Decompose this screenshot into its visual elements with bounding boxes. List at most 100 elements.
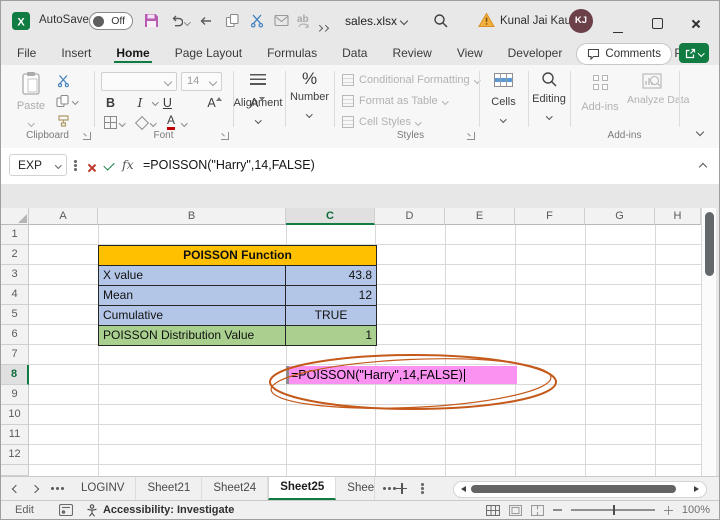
font-name-select[interactable] — [101, 72, 177, 91]
undo-dropdown-icon[interactable] — [184, 19, 190, 25]
font-color-dropdown-icon[interactable] — [181, 120, 187, 126]
cell-b3[interactable]: X value — [99, 266, 286, 285]
zoom-level[interactable]: 100% — [682, 504, 710, 516]
analyze-data-button[interactable]: Analyze Data — [627, 73, 677, 106]
expand-formula-bar-icon[interactable] — [699, 163, 707, 171]
vertical-scrollbar[interactable] — [701, 208, 716, 476]
cells-canvas[interactable]: POISSON Function X value 43.8 Mean 12 Cu… — [29, 225, 701, 476]
row-header-8[interactable]: 8 — [1, 365, 29, 385]
new-sheet-icon[interactable] — [396, 483, 407, 494]
zoom-in-icon[interactable] — [664, 506, 673, 515]
sheet-tab-truncated[interactable]: Shee — [336, 477, 375, 500]
warning-icon[interactable] — [478, 12, 495, 28]
editing-group-button[interactable]: Editing — [528, 71, 570, 123]
maximize-button[interactable] — [652, 16, 663, 34]
bold-button[interactable]: B — [106, 96, 115, 110]
format-as-table-button[interactable]: Format as Table — [342, 95, 447, 107]
row-header-3[interactable]: 3 — [1, 265, 29, 285]
increase-font-button[interactable]: A — [207, 96, 221, 110]
styles-dialog-launcher-icon[interactable] — [467, 132, 475, 140]
zoom-out-icon[interactable] — [553, 509, 562, 510]
italic-button[interactable]: I — [137, 95, 142, 110]
cell-b4[interactable]: Mean — [99, 286, 286, 305]
alignment-group-button[interactable]: Alignment — [233, 73, 283, 127]
column-header-f[interactable]: F — [515, 208, 585, 225]
sheet-tab-loginv[interactable]: LOGINV — [70, 477, 136, 500]
row-header-1[interactable]: 1 — [1, 225, 29, 245]
tab-home[interactable]: Home — [114, 43, 151, 64]
more-sheets-dots-icon[interactable] — [383, 487, 386, 490]
cut-small-icon[interactable] — [57, 74, 70, 88]
undo-icon[interactable] — [169, 14, 183, 28]
scroll-left-icon[interactable] — [461, 486, 466, 492]
macro-record-icon[interactable] — [59, 504, 73, 516]
autosave-toggle[interactable]: Off — [89, 12, 133, 30]
tab-data[interactable]: Data — [340, 43, 369, 64]
sheet-menu-dots-icon[interactable] — [421, 483, 424, 486]
cell-styles-button[interactable]: Cell Styles — [342, 116, 420, 128]
tab-insert[interactable]: Insert — [59, 43, 93, 64]
normal-view-icon[interactable] — [486, 505, 500, 516]
cell-c5[interactable]: TRUE — [286, 306, 376, 325]
fill-color-icon[interactable] — [135, 116, 149, 130]
row-header-4[interactable]: 4 — [1, 285, 29, 305]
cell-b5[interactable]: Cumulative — [99, 306, 286, 325]
underline-button[interactable]: U — [163, 96, 172, 110]
column-header-e[interactable]: E — [445, 208, 515, 225]
collapse-ribbon-icon[interactable] — [696, 128, 704, 136]
tab-view[interactable]: View — [455, 43, 485, 64]
row-header-5[interactable]: 5 — [1, 305, 29, 325]
cell-c6[interactable]: 1 — [286, 326, 376, 345]
font-color-icon[interactable]: A — [167, 114, 175, 130]
cancel-icon[interactable] — [86, 163, 96, 173]
row-header-12[interactable]: 12 — [1, 445, 29, 465]
email-icon[interactable] — [274, 14, 289, 27]
tab-developer[interactable]: Developer — [506, 43, 565, 64]
page-break-view-icon[interactable] — [531, 505, 544, 516]
number-group-button[interactable]: % Number — [285, 69, 334, 121]
cell-c3[interactable]: 43.8 — [286, 266, 376, 285]
row-header-7[interactable]: 7 — [1, 345, 29, 365]
file-name-dropdown-icon[interactable] — [400, 17, 408, 25]
row-header-11[interactable]: 11 — [1, 425, 29, 445]
enter-icon[interactable] — [103, 159, 114, 170]
column-header-c[interactable]: C — [286, 208, 375, 225]
borders-dropdown-icon[interactable] — [119, 120, 125, 126]
minimize-button[interactable] — [613, 20, 623, 38]
row-header-partial[interactable] — [1, 465, 29, 476]
font-dialog-launcher-icon[interactable] — [221, 132, 229, 140]
horizontal-scrollbar[interactable] — [453, 481, 707, 498]
select-all-corner[interactable] — [1, 208, 29, 225]
borders-icon[interactable] — [104, 116, 117, 129]
file-name[interactable]: sales.xlsx — [345, 14, 397, 28]
zoom-slider[interactable] — [571, 509, 655, 511]
underline-dropdown-icon[interactable] — [152, 99, 158, 105]
cell-b6[interactable]: POISSON Distribution Value — [99, 326, 286, 345]
comments-button[interactable]: Comments — [576, 43, 672, 65]
quick-access-overflow-icon[interactable] — [317, 17, 327, 35]
user-avatar[interactable]: KJ — [569, 9, 593, 33]
row-header-6[interactable]: 6 — [1, 325, 29, 345]
addins-button[interactable]: Add-ins — [577, 75, 623, 113]
zoom-slider-thumb[interactable] — [613, 505, 616, 515]
copy-icon[interactable] — [225, 13, 240, 28]
clipboard-dialog-launcher-icon[interactable] — [83, 132, 91, 140]
table-title-cell[interactable]: POISSON Function — [99, 246, 376, 266]
tab-file[interactable]: File — [15, 43, 38, 64]
cell-c4[interactable]: 12 — [286, 286, 376, 305]
vertical-scrollbar-thumb[interactable] — [705, 212, 714, 276]
paste-button[interactable]: Paste — [13, 71, 49, 130]
row-header-10[interactable]: 10 — [1, 405, 29, 425]
font-size-select[interactable]: 14 — [181, 72, 222, 91]
tab-formulas[interactable]: Formulas — [265, 43, 319, 64]
conditional-formatting-button[interactable]: Conditional Formatting — [342, 74, 479, 86]
next-sheet-icon[interactable] — [31, 484, 39, 492]
cells-group-button[interactable]: Cells — [479, 73, 528, 126]
insert-function-icon[interactable]: fx — [122, 157, 134, 172]
copy-small-icon[interactable] — [56, 94, 70, 108]
sheet-tab-sheet21[interactable]: Sheet21 — [136, 477, 202, 500]
cut-icon[interactable] — [250, 13, 264, 28]
sheet-options-dots-icon[interactable] — [51, 487, 54, 490]
search-icon[interactable] — [433, 13, 449, 29]
page-layout-view-icon[interactable] — [509, 505, 522, 516]
